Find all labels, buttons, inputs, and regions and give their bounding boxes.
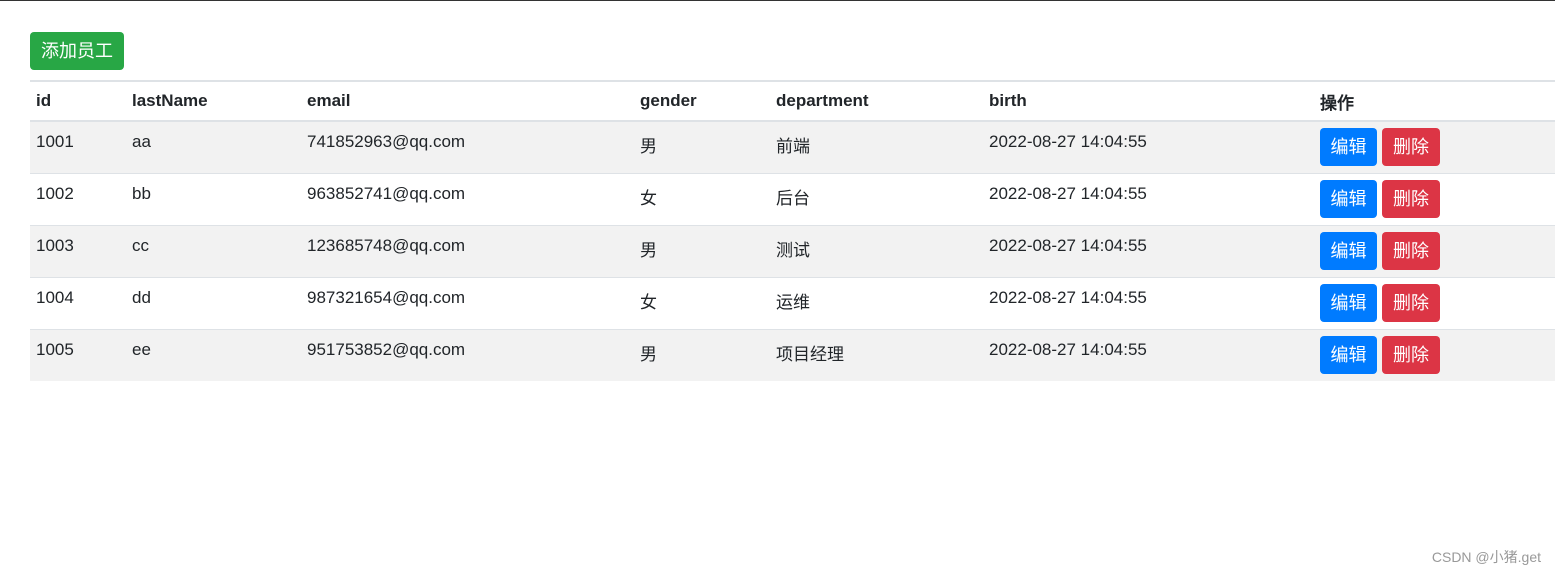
cell-gender-text: 女 <box>640 293 657 312</box>
cell-email-text: 951753852@qq.com <box>307 340 466 359</box>
cell-id: 1003 <box>30 225 126 278</box>
cell-actions: 编辑 删除 <box>1314 225 1555 278</box>
table-header-row: id lastName email gender department birt… <box>30 81 1555 122</box>
edit-button[interactable]: 编辑 <box>1320 128 1377 166</box>
cell-id-text: 1004 <box>36 288 74 307</box>
cell-id-text: 1003 <box>36 236 74 255</box>
cell-gender-text: 男 <box>640 241 657 260</box>
cell-lastname: bb <box>126 173 301 226</box>
row-actions: 编辑 删除 <box>1320 278 1555 322</box>
employee-table: id lastName email gender department birt… <box>30 80 1555 381</box>
cell-department: 前端 <box>770 121 983 174</box>
cell-lastname: cc <box>126 225 301 278</box>
top-divider <box>0 0 1555 1</box>
cell-lastname-text: cc <box>132 236 149 255</box>
cell-department: 后台 <box>770 173 983 226</box>
cell-department-text: 前端 <box>776 137 810 156</box>
cell-department: 测试 <box>770 225 983 278</box>
cell-lastname-text: dd <box>132 288 151 307</box>
cell-email-text: 987321654@qq.com <box>307 288 466 307</box>
cell-birth-text: 2022-08-27 14:04:55 <box>989 236 1147 255</box>
cell-birth-text: 2022-08-27 14:04:55 <box>989 184 1147 203</box>
cell-gender-text: 男 <box>640 345 657 364</box>
cell-birth: 2022-08-27 14:04:55 <box>983 329 1314 381</box>
edit-button[interactable]: 编辑 <box>1320 232 1377 270</box>
delete-button[interactable]: 删除 <box>1382 336 1440 374</box>
column-header-actions: 操作 <box>1314 81 1555 122</box>
column-header-birth: birth <box>983 81 1314 122</box>
cell-department-text: 运维 <box>776 293 810 312</box>
cell-birth: 2022-08-27 14:04:55 <box>983 121 1314 174</box>
cell-department: 项目经理 <box>770 329 983 381</box>
cell-lastname-text: aa <box>132 132 151 151</box>
cell-department-text: 项目经理 <box>776 345 844 364</box>
cell-id-text: 1002 <box>36 184 74 203</box>
add-employee-button[interactable]: 添加员工 <box>30 32 124 70</box>
delete-button[interactable]: 删除 <box>1382 180 1440 218</box>
cell-lastname: ee <box>126 329 301 381</box>
column-header-gender: gender <box>634 81 770 122</box>
cell-email: 741852963@qq.com <box>301 121 634 174</box>
row-actions: 编辑 删除 <box>1320 174 1555 218</box>
cell-actions: 编辑 删除 <box>1314 173 1555 226</box>
cell-birth-text: 2022-08-27 14:04:55 <box>989 340 1147 359</box>
cell-department-text: 后台 <box>776 189 810 208</box>
cell-email: 123685748@qq.com <box>301 225 634 278</box>
delete-button[interactable]: 删除 <box>1382 284 1440 322</box>
cell-gender-text: 男 <box>640 137 657 156</box>
row-actions: 编辑 删除 <box>1320 330 1555 374</box>
cell-lastname: dd <box>126 277 301 330</box>
cell-birth: 2022-08-27 14:04:55 <box>983 225 1314 278</box>
cell-actions: 编辑 删除 <box>1314 329 1555 381</box>
cell-id-text: 1005 <box>36 340 74 359</box>
column-header-email: email <box>301 81 634 122</box>
cell-id: 1001 <box>30 121 126 174</box>
table-row: 1003 cc 123685748@qq.com 男 测试 2022-08-27… <box>30 225 1555 278</box>
edit-button[interactable]: 编辑 <box>1320 284 1377 322</box>
cell-email: 951753852@qq.com <box>301 329 634 381</box>
cell-gender: 男 <box>634 121 770 174</box>
table-row: 1005 ee 951753852@qq.com 男 项目经理 2022-08-… <box>30 329 1555 381</box>
cell-birth: 2022-08-27 14:04:55 <box>983 277 1314 330</box>
cell-lastname-text: ee <box>132 340 151 359</box>
employee-list-container: 添加员工 id lastName email gender department… <box>30 32 1555 381</box>
edit-button[interactable]: 编辑 <box>1320 180 1377 218</box>
cell-email-text: 963852741@qq.com <box>307 184 466 203</box>
cell-id-text: 1001 <box>36 132 74 151</box>
cell-birth-text: 2022-08-27 14:04:55 <box>989 288 1147 307</box>
cell-id: 1005 <box>30 329 126 381</box>
table-row: 1004 dd 987321654@qq.com 女 运维 2022-08-27… <box>30 277 1555 330</box>
watermark: CSDN @小猪.get <box>1431 549 1541 565</box>
row-actions: 编辑 删除 <box>1320 122 1555 166</box>
cell-gender: 女 <box>634 277 770 330</box>
cell-email: 987321654@qq.com <box>301 277 634 330</box>
cell-department: 运维 <box>770 277 983 330</box>
cell-email: 963852741@qq.com <box>301 173 634 226</box>
delete-button[interactable]: 删除 <box>1382 232 1440 270</box>
column-header-id: id <box>30 81 126 122</box>
row-actions: 编辑 删除 <box>1320 226 1555 270</box>
cell-id: 1002 <box>30 173 126 226</box>
cell-email-text: 741852963@qq.com <box>307 132 466 151</box>
table-row: 1001 aa 741852963@qq.com 男 前端 2022-08-27… <box>30 121 1555 174</box>
cell-gender-text: 女 <box>640 189 657 208</box>
cell-actions: 编辑 删除 <box>1314 277 1555 330</box>
column-header-lastname: lastName <box>126 81 301 122</box>
column-header-department: department <box>770 81 983 122</box>
cell-lastname: aa <box>126 121 301 174</box>
cell-id: 1004 <box>30 277 126 330</box>
cell-gender: 女 <box>634 173 770 226</box>
cell-gender: 男 <box>634 225 770 278</box>
cell-birth: 2022-08-27 14:04:55 <box>983 173 1314 226</box>
cell-birth-text: 2022-08-27 14:04:55 <box>989 132 1147 151</box>
cell-department-text: 测试 <box>776 241 810 260</box>
cell-lastname-text: bb <box>132 184 151 203</box>
cell-actions: 编辑 删除 <box>1314 121 1555 174</box>
cell-gender: 男 <box>634 329 770 381</box>
edit-button[interactable]: 编辑 <box>1320 336 1377 374</box>
delete-button[interactable]: 删除 <box>1382 128 1440 166</box>
cell-email-text: 123685748@qq.com <box>307 236 466 255</box>
table-row: 1002 bb 963852741@qq.com 女 后台 2022-08-27… <box>30 173 1555 226</box>
